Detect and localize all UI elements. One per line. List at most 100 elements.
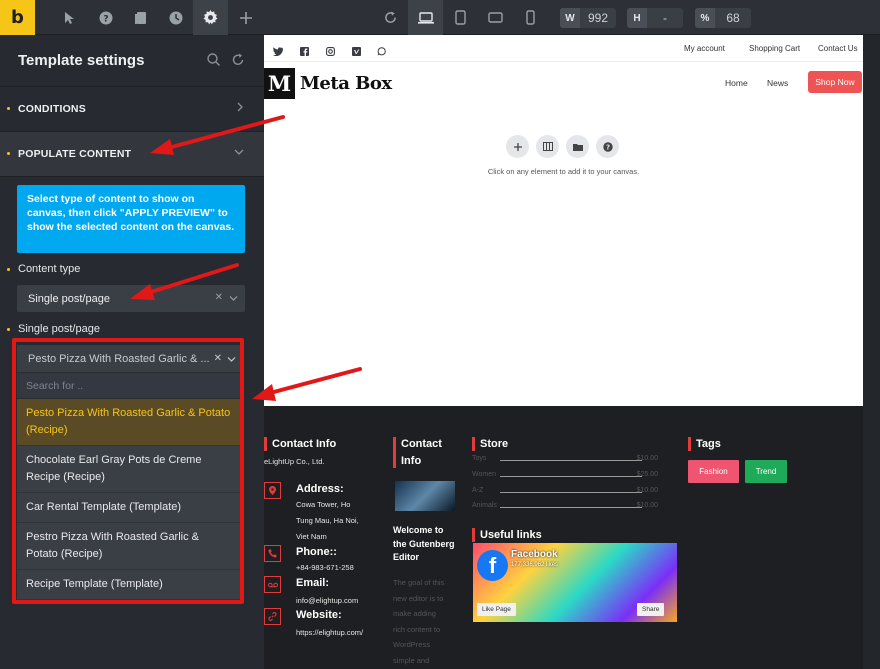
facebook-icon[interactable]: [300, 43, 310, 56]
facebook-like-page-button[interactable]: Like Page: [477, 603, 516, 616]
refresh-icon[interactable]: [232, 53, 244, 71]
tag-trend[interactable]: Trend: [745, 460, 787, 483]
mobile-view-icon[interactable]: [513, 0, 548, 35]
phone-label: Phone::: [296, 546, 337, 558]
tag-fashion[interactable]: Fashion: [688, 460, 739, 483]
store-row[interactable]: A-Z $10.00: [472, 487, 658, 498]
height-field[interactable]: H -: [627, 8, 683, 28]
dropdown-option[interactable]: Pestro Pizza With Roasted Garlic & Potat…: [17, 523, 240, 570]
tablet-landscape-view-icon[interactable]: [478, 0, 513, 35]
store-row-label: A-Z: [472, 487, 484, 494]
help-icon[interactable]: ?: [88, 0, 123, 35]
populate-info-box: Select type of content to show on canvas…: [17, 185, 245, 253]
dropdown-option[interactable]: Chocolate Earl Gray Pots de Creme Recipe…: [17, 446, 240, 493]
blog-title-line: the Gutenberg: [393, 538, 455, 549]
preview-canvas[interactable]: My account Shopping Cart Contact Us M Me…: [264, 35, 863, 669]
excerpt-line: simple and: [393, 655, 430, 665]
heading-line: Info: [401, 455, 422, 467]
link-icon: [264, 608, 281, 625]
populate-content-section[interactable]: POPULATE CONTENT: [0, 132, 264, 177]
zoom-field[interactable]: % 68: [695, 8, 751, 28]
svg-text:?: ?: [605, 143, 609, 151]
conditions-label: CONDITIONS: [18, 103, 86, 115]
whatsapp-icon[interactable]: [377, 43, 387, 56]
facebook-page-name[interactable]: Facebook: [511, 549, 558, 560]
zoom-label: %: [695, 8, 715, 28]
blog-post-title[interactable]: Welcome to the Gutenberg Editor: [393, 524, 455, 565]
dropdown-option[interactable]: Car Rental Template (Template): [17, 493, 240, 523]
blog-thumbnail[interactable]: [395, 481, 455, 511]
address-line: Viet Nam: [296, 532, 327, 541]
chevron-right-icon: [236, 102, 244, 115]
chevron-down-icon[interactable]: [229, 293, 238, 305]
store-row-label: Toys: [472, 455, 487, 462]
shopping-cart-link[interactable]: Shopping Cart: [749, 44, 800, 53]
undo-refresh-icon[interactable]: [373, 0, 408, 35]
columns-icon[interactable]: [536, 135, 559, 158]
blog-excerpt: The goal of this new editor is to make a…: [393, 575, 444, 668]
facebook-likes: 177,336,962 likes: [511, 562, 559, 568]
clear-icon[interactable]: ✕: [214, 353, 222, 364]
tags-heading: Tags: [688, 437, 721, 451]
chevron-down-icon: [234, 147, 244, 159]
twitter-icon[interactable]: [273, 43, 283, 57]
canvas-gutter: [863, 35, 880, 669]
instagram-icon[interactable]: [326, 43, 336, 56]
contact-us-link[interactable]: Contact Us: [818, 44, 858, 53]
folder-icon[interactable]: [566, 135, 589, 158]
add-element-icon[interactable]: [506, 135, 529, 158]
store-row[interactable]: Animals $10.00: [472, 502, 658, 513]
store-row[interactable]: Toys $10.00: [472, 455, 658, 466]
facebook-logo-icon: f: [477, 550, 508, 581]
dropdown-search-input[interactable]: Search for ..: [17, 373, 240, 399]
width-value[interactable]: 992: [580, 11, 616, 25]
address-line: Tung Mau, Ha Noi,: [296, 516, 359, 525]
email-address[interactable]: info@elightup.com: [296, 593, 358, 608]
useful-links-heading: Useful links: [472, 528, 542, 542]
nav-news[interactable]: News: [767, 78, 788, 88]
single-post-label-text: Single post/page: [18, 323, 100, 335]
excerpt-line: WordPress: [393, 640, 430, 649]
height-value[interactable]: -: [647, 11, 683, 25]
zoom-value[interactable]: 68: [715, 11, 751, 25]
dropdown-option[interactable]: Recipe Template (Template): [17, 570, 240, 600]
content-type-select[interactable]: Single post/page ✕: [17, 285, 245, 312]
shop-now-button[interactable]: Shop Now: [808, 71, 862, 93]
dropdown-option[interactable]: Pesto Pizza With Roasted Garlic & Potato…: [17, 399, 240, 446]
add-plus-icon[interactable]: [228, 0, 263, 35]
vimeo-icon[interactable]: [352, 43, 362, 56]
help-icon[interactable]: ?: [596, 135, 619, 158]
address-line: Cowa Tower, Ho: [296, 500, 351, 509]
phone-number[interactable]: +84-983-671-258: [296, 560, 354, 575]
history-icon[interactable]: [158, 0, 193, 35]
my-account-link[interactable]: My account: [684, 44, 725, 53]
tablet-view-icon[interactable]: [443, 0, 478, 35]
website-label: Website:: [296, 609, 342, 621]
pages-icon[interactable]: [123, 0, 158, 35]
builder-logo[interactable]: b: [0, 0, 35, 35]
store-row[interactable]: Women $25.00: [472, 471, 658, 482]
cursor-icon[interactable]: [52, 0, 87, 35]
heading-line: Contact: [401, 438, 442, 450]
excerpt-line: The goal of this: [393, 578, 445, 587]
chevron-down-icon[interactable]: [227, 354, 236, 366]
settings-gear-icon[interactable]: [193, 0, 228, 35]
store-row-amount: $10.00: [636, 487, 658, 494]
width-field[interactable]: W 992: [560, 8, 616, 28]
conditions-section[interactable]: CONDITIONS: [0, 87, 264, 132]
nav-home[interactable]: Home: [725, 78, 748, 88]
facebook-share-button[interactable]: Share: [637, 603, 665, 616]
site-brand[interactable]: M Meta Box: [264, 68, 392, 99]
search-icon[interactable]: [207, 53, 220, 71]
store-row-amount: $25.00: [636, 471, 658, 478]
single-post-dropdown[interactable]: Pesto Pizza With Roasted Garlic & ... ✕ …: [17, 345, 240, 600]
desktop-view-icon[interactable]: [408, 0, 443, 35]
bullet-dot: [7, 107, 10, 110]
website-url[interactable]: https://elightup.com/: [296, 625, 363, 640]
store-row-amount: $10.00: [636, 455, 658, 462]
excerpt-line: make adding: [393, 609, 436, 618]
store-row-label: Animals: [472, 502, 497, 509]
facebook-page-widget[interactable]: f Facebook 177,336,962 likes Like Page S…: [473, 543, 677, 622]
single-post-select[interactable]: Pesto Pizza With Roasted Garlic & ... ✕: [17, 345, 240, 373]
clear-icon[interactable]: ✕: [215, 292, 223, 303]
